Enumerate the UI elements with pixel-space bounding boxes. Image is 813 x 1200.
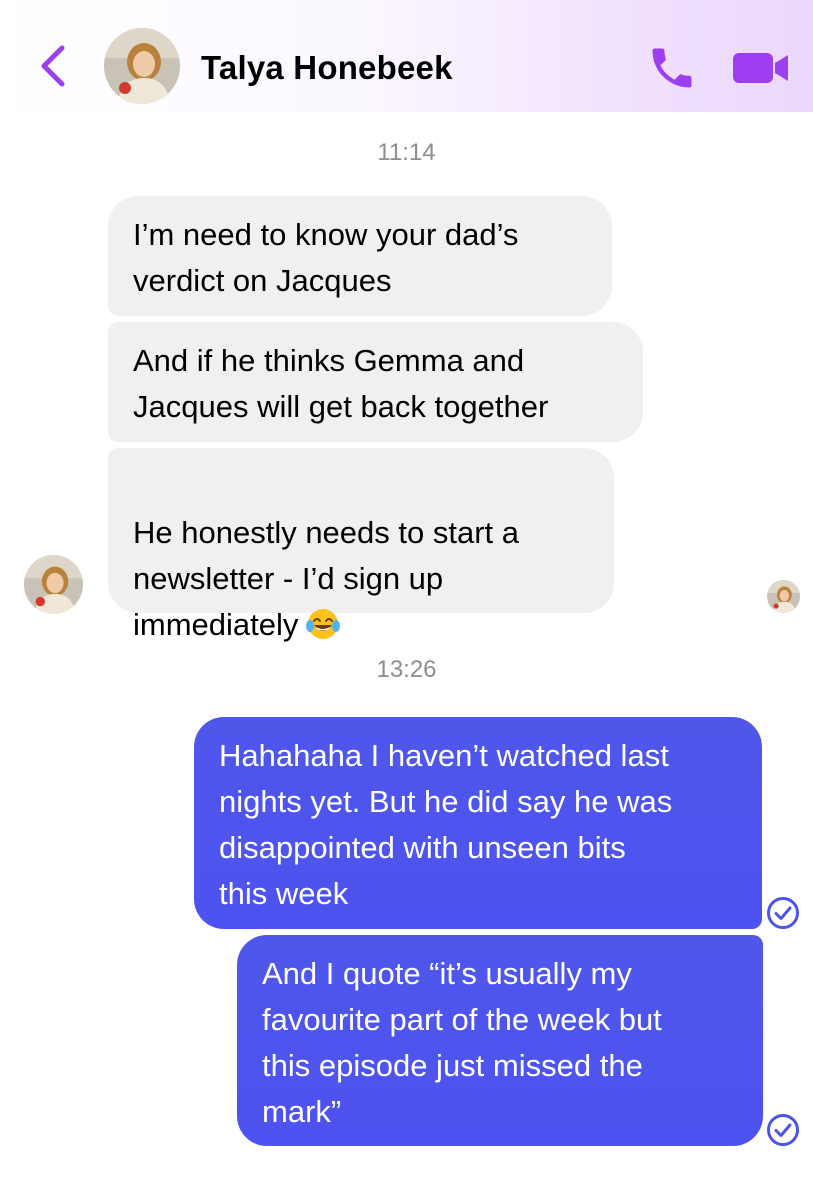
contact-avatar[interactable] — [104, 28, 180, 104]
message-timestamp: 11:14 — [377, 139, 436, 166]
read-receipt-avatar — [767, 580, 800, 613]
chat-header: Talya Honebeek — [0, 0, 813, 112]
delivered-check-icon — [766, 1113, 800, 1147]
incoming-message[interactable]: He honestly needs to start a newsletter … — [108, 448, 614, 642]
delivered-check-icon — [766, 896, 800, 930]
incoming-message[interactable]: And if he thinks Gemma and Jacques will … — [108, 322, 643, 442]
phone-icon — [652, 48, 692, 88]
back-button[interactable] — [34, 42, 74, 90]
message-timestamp: 13:26 — [376, 656, 437, 683]
sender-avatar[interactable] — [24, 555, 83, 614]
outgoing-message[interactable]: Hahahaha I haven’t watched last nights y… — [194, 717, 762, 929]
face-with-tears-of-joy-icon — [306, 607, 341, 641]
contact-name[interactable]: Talya Honebeek — [201, 46, 453, 90]
outgoing-message[interactable]: And I quote “it’s usually my favourite p… — [237, 935, 763, 1146]
incoming-message[interactable]: I’m need to know your dad’s verdict on J… — [108, 196, 612, 316]
voice-call-button[interactable] — [646, 42, 698, 94]
chevron-left-icon — [41, 45, 65, 87]
video-call-button[interactable] — [731, 50, 791, 86]
video-camera-icon — [733, 53, 788, 83]
